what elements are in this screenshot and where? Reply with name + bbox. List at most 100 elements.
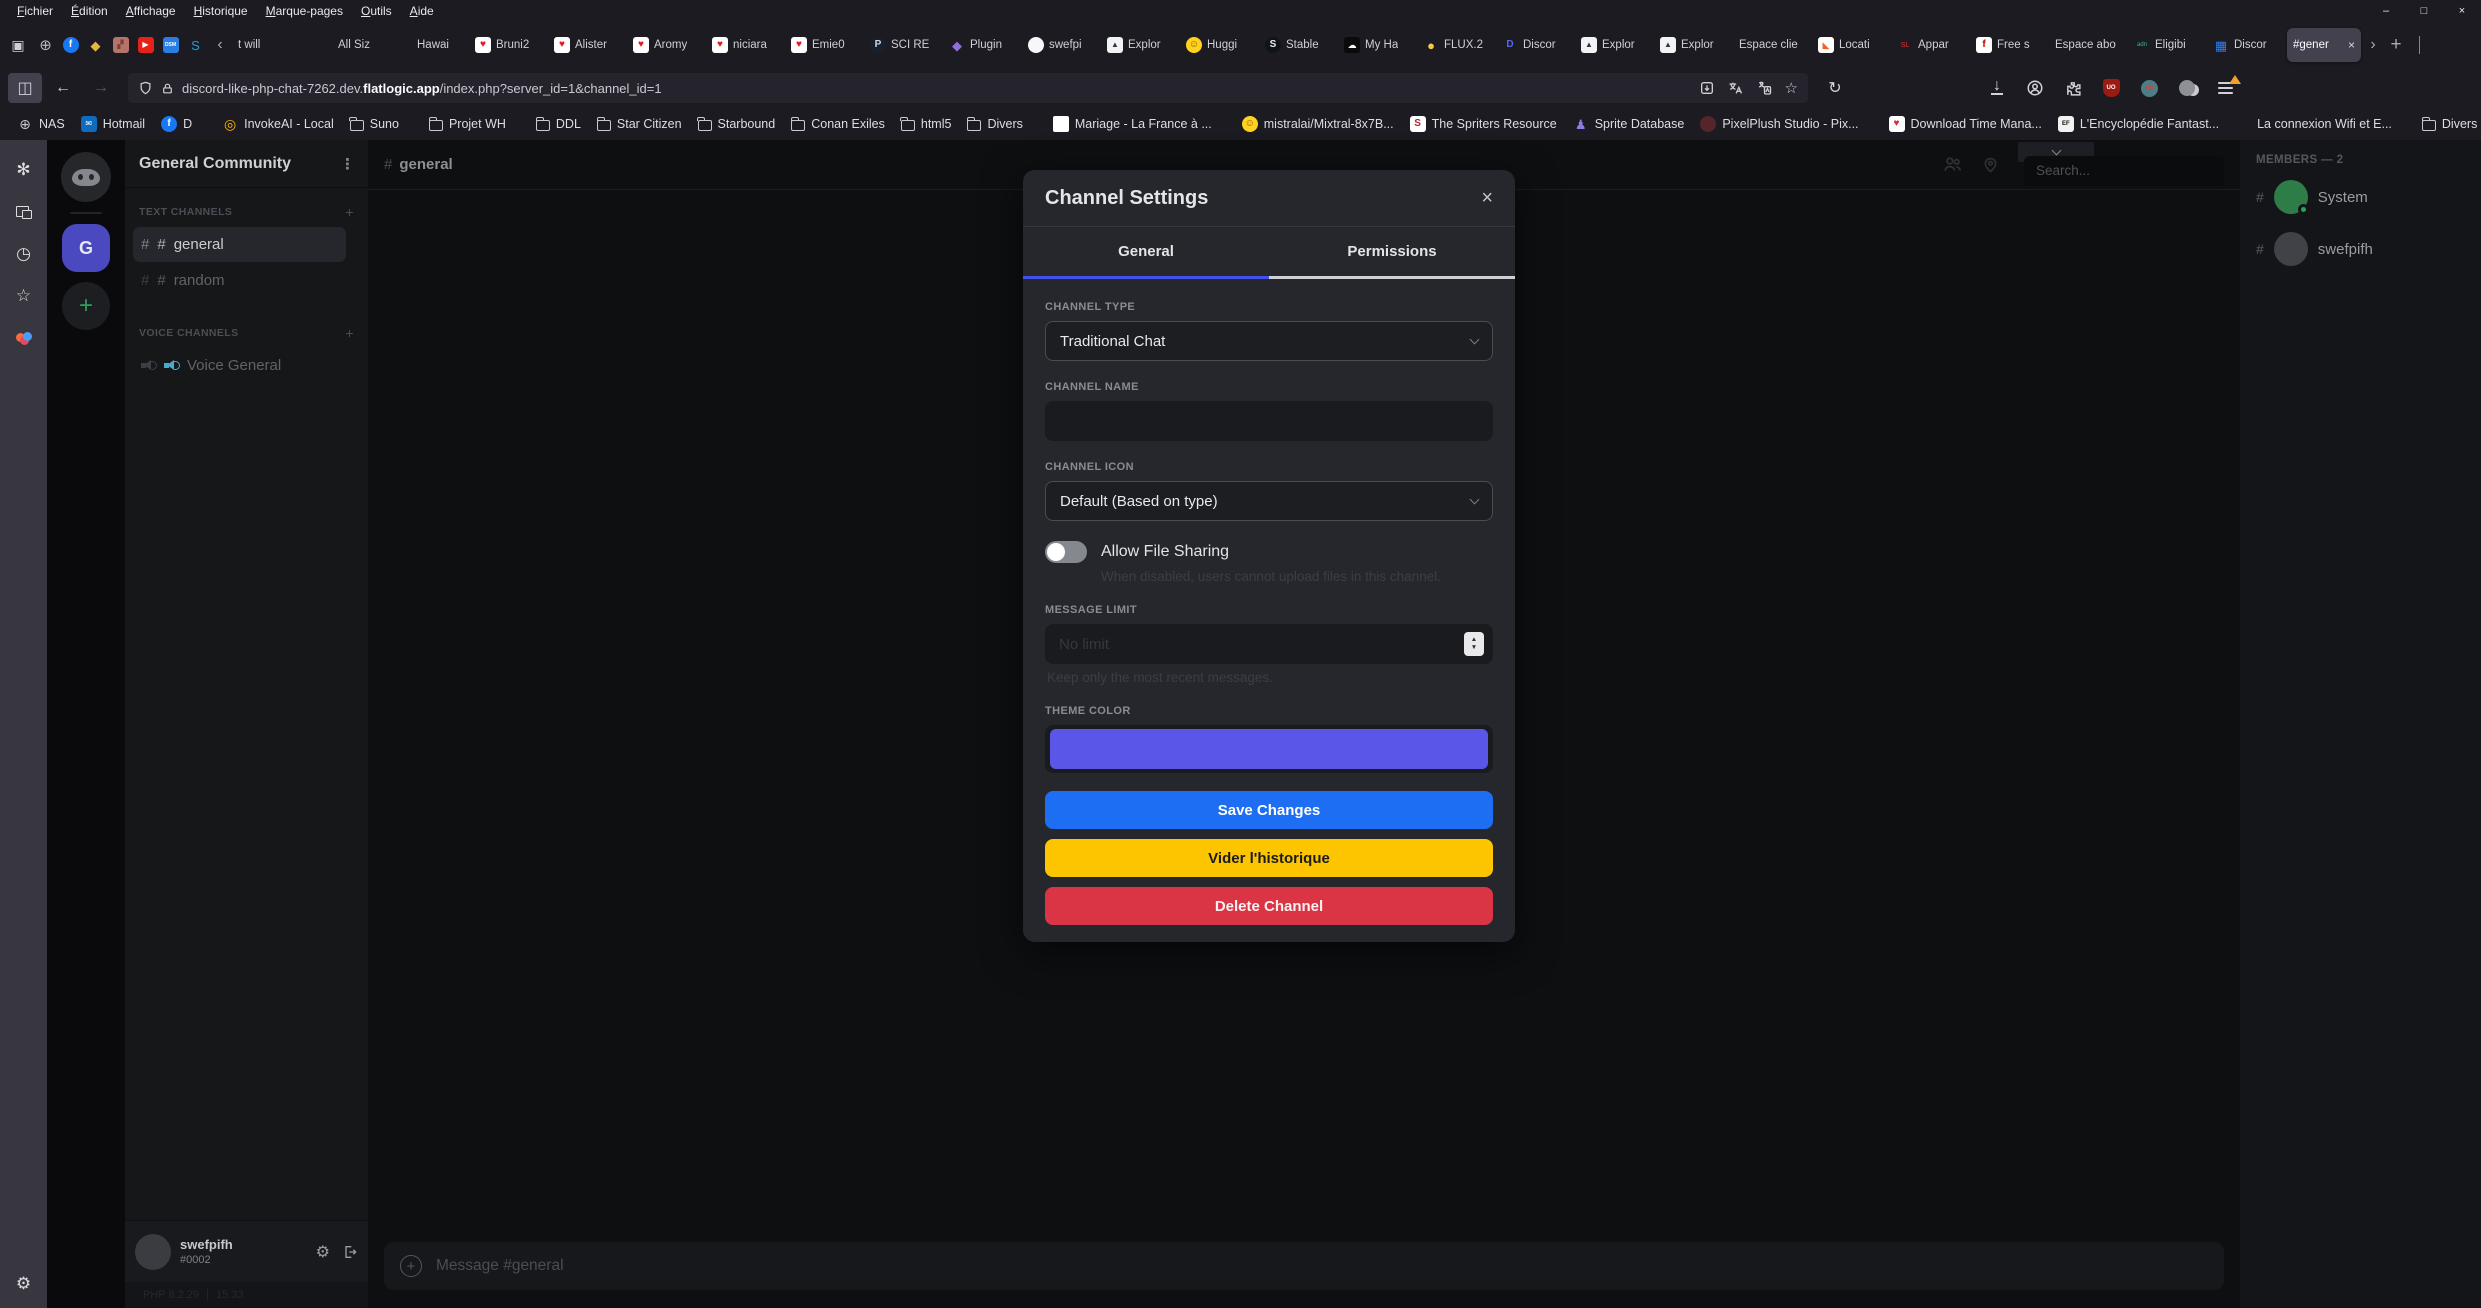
list-tabs-icon[interactable] xyxy=(2408,36,2430,54)
bookmark-item[interactable]: ⊕NAS xyxy=(10,113,72,135)
back-button[interactable]: ← xyxy=(46,73,80,103)
bookmark-item[interactable]: fD xyxy=(154,113,199,135)
member-row-swefpifh[interactable]: #swefpifh xyxy=(2256,232,2465,266)
tab[interactable]: ▦Discor xyxy=(2207,28,2286,62)
menu-édition[interactable]: Édition xyxy=(62,2,117,20)
extension-blob-icon[interactable] xyxy=(2170,73,2204,103)
tab[interactable]: adnEligibi xyxy=(2128,28,2207,62)
add-server-button[interactable]: + xyxy=(62,282,110,330)
pinned-tab-dsm[interactable]: DSM xyxy=(158,30,183,60)
member-row-system[interactable]: #System xyxy=(2256,180,2465,214)
pinned-tab-diamond[interactable]: ◆ xyxy=(83,30,108,60)
add-voice-channel-icon[interactable]: + xyxy=(345,325,354,341)
modal-close-icon[interactable]: × xyxy=(1481,188,1493,208)
pinned-tab-facebook[interactable]: f xyxy=(58,30,83,60)
logout-icon[interactable] xyxy=(342,1244,358,1260)
bookmark-item[interactable]: PixelPlush Studio - Pix... xyxy=(1693,113,1865,135)
channel-icon-select[interactable]: Default (Based on type) xyxy=(1045,481,1493,521)
synced-tabs-icon[interactable] xyxy=(12,200,36,224)
message-limit-input[interactable] xyxy=(1045,624,1493,664)
menu-aide[interactable]: Aide xyxy=(401,2,443,20)
channel-item-general[interactable]: ##general xyxy=(133,227,346,262)
bookmark-item[interactable]: ◎InvokeAI - Local xyxy=(215,113,341,135)
tab[interactable]: SLAppar xyxy=(1891,28,1970,62)
bookmark-item[interactable]: La connexion Wifi et E... xyxy=(2228,113,2399,135)
tab[interactable]: Espace abo xyxy=(2049,28,2128,62)
discord-home-icon[interactable] xyxy=(61,152,111,202)
tab[interactable]: ☁My Ha xyxy=(1338,28,1417,62)
url-bar[interactable]: discord-like-php-chat-7262.dev.flatlogic… xyxy=(128,73,1808,103)
channel-type-select[interactable]: Traditional Chat xyxy=(1045,321,1493,361)
theme-color-picker[interactable] xyxy=(1045,725,1493,773)
bookmark-item[interactable]: ♟Sprite Database xyxy=(1566,113,1692,135)
add-text-channel-icon[interactable]: + xyxy=(345,204,354,220)
pinned-tab-youtube[interactable]: ▶ xyxy=(133,30,158,60)
pinned-tab-synology[interactable]: S xyxy=(183,30,208,60)
clear-history-button[interactable]: Vider l'historique xyxy=(1045,839,1493,877)
tab[interactable]: ◣Locati xyxy=(1812,28,1891,62)
channel-name-input[interactable] xyxy=(1045,401,1493,441)
message-input[interactable] xyxy=(436,1257,2208,1275)
tab[interactable]: ♥niciara xyxy=(706,28,785,62)
members-toggle-icon[interactable] xyxy=(1942,154,1963,175)
server-menu-kebab-icon[interactable]: ⋮ xyxy=(340,155,356,173)
tab-close-icon[interactable]: × xyxy=(2348,38,2355,52)
sidebar-settings-gear-icon[interactable]: ⚙ xyxy=(12,1272,36,1296)
tab[interactable]: ♥Alister xyxy=(548,28,627,62)
bookmark-item[interactable]: Projet WH xyxy=(422,114,513,134)
tab[interactable]: ▲Explor xyxy=(1101,28,1180,62)
bookmark-item[interactable]: Divers xyxy=(960,114,1029,134)
bookmark-item[interactable]: Suno xyxy=(343,114,406,134)
tab[interactable]: t will xyxy=(232,28,311,62)
scroll-tabs-left-icon[interactable]: ‹ xyxy=(209,36,231,54)
bookmark-item[interactable]: ♥Download Time Mana... xyxy=(1882,113,2049,135)
bookmark-item[interactable]: SThe Spriters Resource xyxy=(1403,113,1564,135)
ai-chatbot-icon[interactable]: ✻ xyxy=(12,158,36,182)
tab[interactable]: ◆Plugin xyxy=(943,28,1022,62)
delete-channel-button[interactable]: Delete Channel xyxy=(1045,887,1493,925)
user-settings-gear-icon[interactable]: ⚙ xyxy=(316,1242,330,1262)
number-spinner[interactable]: ▲▼ xyxy=(1464,632,1484,656)
downloads-icon[interactable]: ↓ xyxy=(1980,73,2014,103)
bookmark-item[interactable]: EFL'Encyclopédie Fantast... xyxy=(2051,113,2226,135)
translate-icon[interactable] xyxy=(1727,80,1744,96)
bookmark-item[interactable]: Starbound xyxy=(691,114,783,134)
window-minimize-button[interactable]: – xyxy=(2367,0,2405,22)
reload-icon[interactable]: ↻ xyxy=(1818,73,1852,103)
tab[interactable]: ●FLUX.2 xyxy=(1417,28,1496,62)
tab[interactable]: ☺Huggi xyxy=(1180,28,1259,62)
tab[interactable]: Hawai xyxy=(390,28,469,62)
bookmark-item[interactable]: Star Citizen xyxy=(590,114,689,134)
channel-item-random[interactable]: ##random xyxy=(133,263,346,298)
tab-general[interactable]: General xyxy=(1023,227,1269,279)
tab-permissions[interactable]: Permissions xyxy=(1269,227,1515,279)
bookmark-item[interactable]: ✉Hotmail xyxy=(74,113,152,135)
bookmark-item[interactable]: Conan Exiles xyxy=(784,114,892,134)
tab[interactable]: fFree s xyxy=(1970,28,2049,62)
pinned-tab-pixel-sprite[interactable]: ▞ xyxy=(108,30,133,60)
bookmark-item[interactable]: Mariage - La France à ... xyxy=(1046,113,1219,135)
account-icon[interactable] xyxy=(2018,73,2052,103)
tab[interactable]: ▲Explor xyxy=(1575,28,1654,62)
file-sharing-toggle[interactable] xyxy=(1045,541,1087,563)
firefox-view-icon[interactable]: ▣ xyxy=(4,30,32,60)
pinned-tab-globe[interactable]: ⊕ xyxy=(33,30,58,60)
bookmark-item[interactable]: ☺mistralai/Mixtral-8x7B... xyxy=(1235,113,1401,135)
server-header[interactable]: General Community ⋮ xyxy=(125,140,368,188)
tab-active[interactable]: #gener × xyxy=(2287,28,2361,62)
bookmarks-star-sidebar-icon[interactable]: ☆ xyxy=(12,284,36,308)
profiles-icon[interactable] xyxy=(12,326,36,350)
tab[interactable]: ▲Explor xyxy=(1654,28,1733,62)
window-maximize-button[interactable]: □ xyxy=(2405,0,2443,22)
menu-outils[interactable]: Outils xyxy=(352,2,401,20)
tab[interactable]: SStable xyxy=(1259,28,1338,62)
pinned-messages-icon[interactable] xyxy=(1981,155,2000,174)
search-input[interactable] xyxy=(2024,156,2224,186)
tab[interactable]: PSCI RE xyxy=(864,28,943,62)
attach-plus-icon[interactable]: + xyxy=(400,1255,422,1277)
message-input-container[interactable]: + xyxy=(384,1242,2224,1290)
forward-button[interactable]: → xyxy=(84,73,118,103)
bookmark-item[interactable]: Divers xyxy=(2415,114,2481,134)
sidebar-toggle-button[interactable]: ◫ xyxy=(8,73,42,103)
save-changes-button[interactable]: Save Changes xyxy=(1045,791,1493,829)
